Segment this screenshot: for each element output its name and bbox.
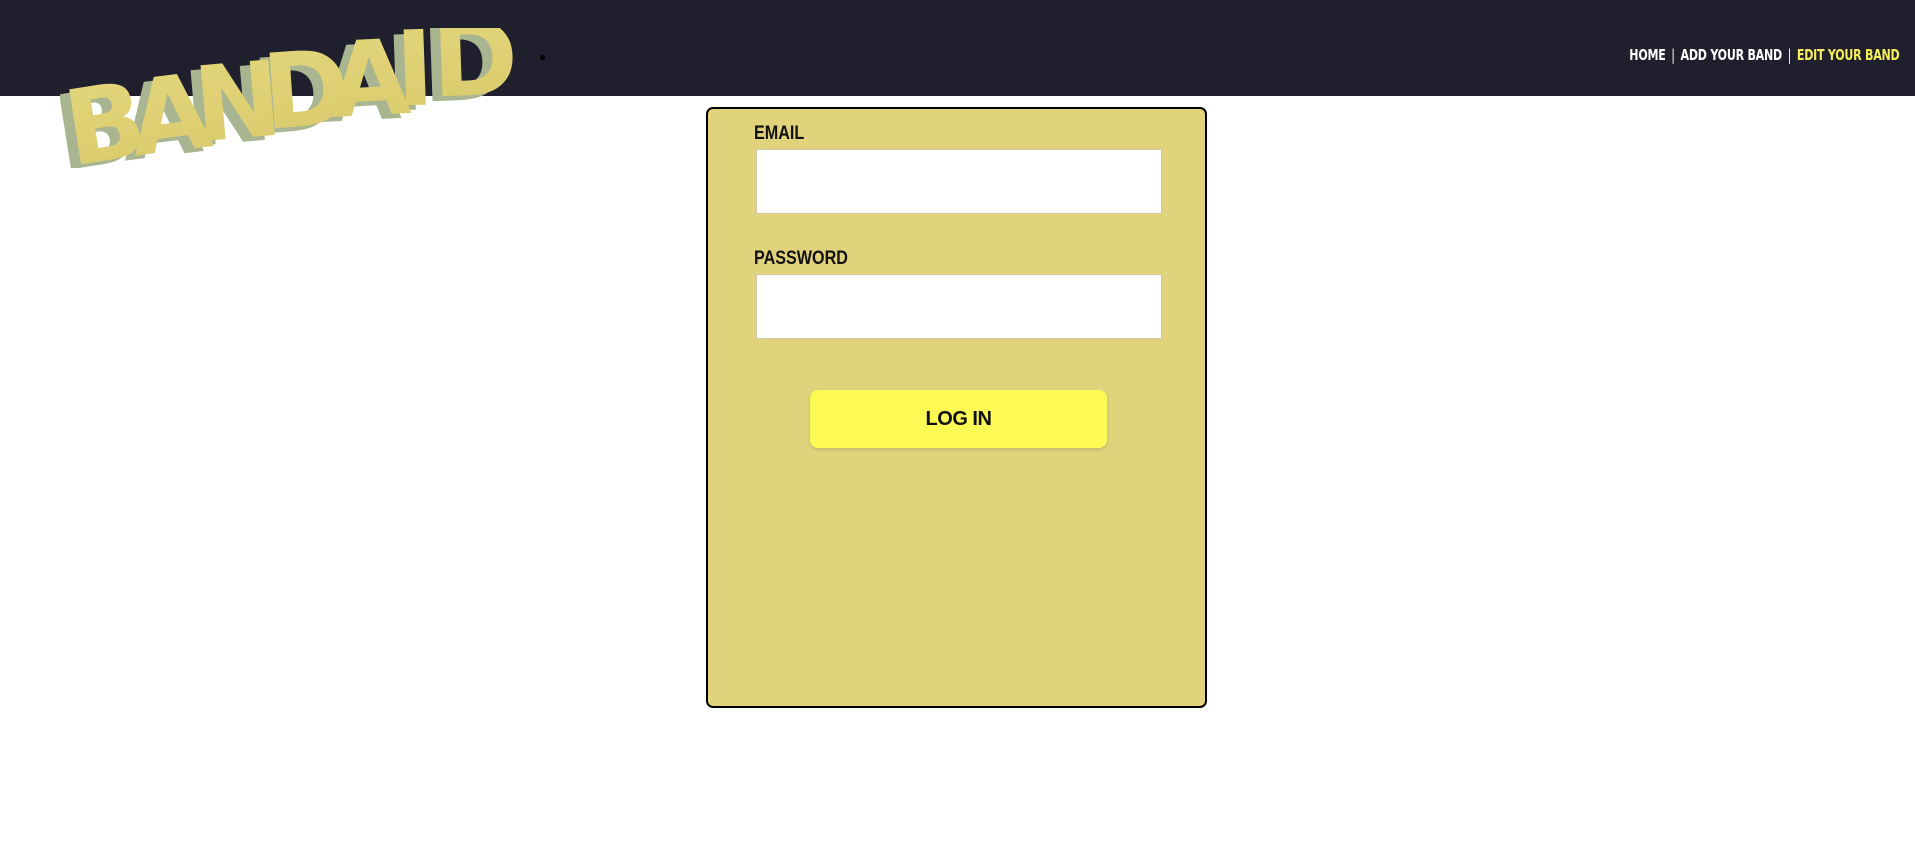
nav-home-link[interactable]: HOME <box>1629 46 1666 64</box>
page: HOME | ADD YOUR BAND | EDIT YOUR BAND B … <box>0 0 1915 842</box>
login-form: EMAIL PASSWORD LOG IN <box>706 107 1207 708</box>
password-label: PASSWORD <box>754 248 848 269</box>
nav-add-band-link[interactable]: ADD YOUR BAND <box>1680 46 1782 64</box>
svg-text:I: I <box>393 28 436 131</box>
bandaid-logo[interactable]: B A N D A I D B A N D A I D <box>60 28 530 168</box>
login-button[interactable]: LOG IN <box>810 390 1107 448</box>
email-label: EMAIL <box>754 123 805 144</box>
nav-separator: | <box>1670 46 1675 64</box>
header-dot <box>540 55 545 60</box>
nav-edit-band-link[interactable]: EDIT YOUR BAND <box>1796 46 1899 64</box>
password-field[interactable] <box>756 274 1162 339</box>
main-nav: HOME | ADD YOUR BAND | EDIT YOUR BAND <box>1629 46 1899 64</box>
svg-text:D: D <box>430 28 521 121</box>
nav-separator: | <box>1787 46 1791 64</box>
email-field[interactable] <box>756 149 1162 214</box>
